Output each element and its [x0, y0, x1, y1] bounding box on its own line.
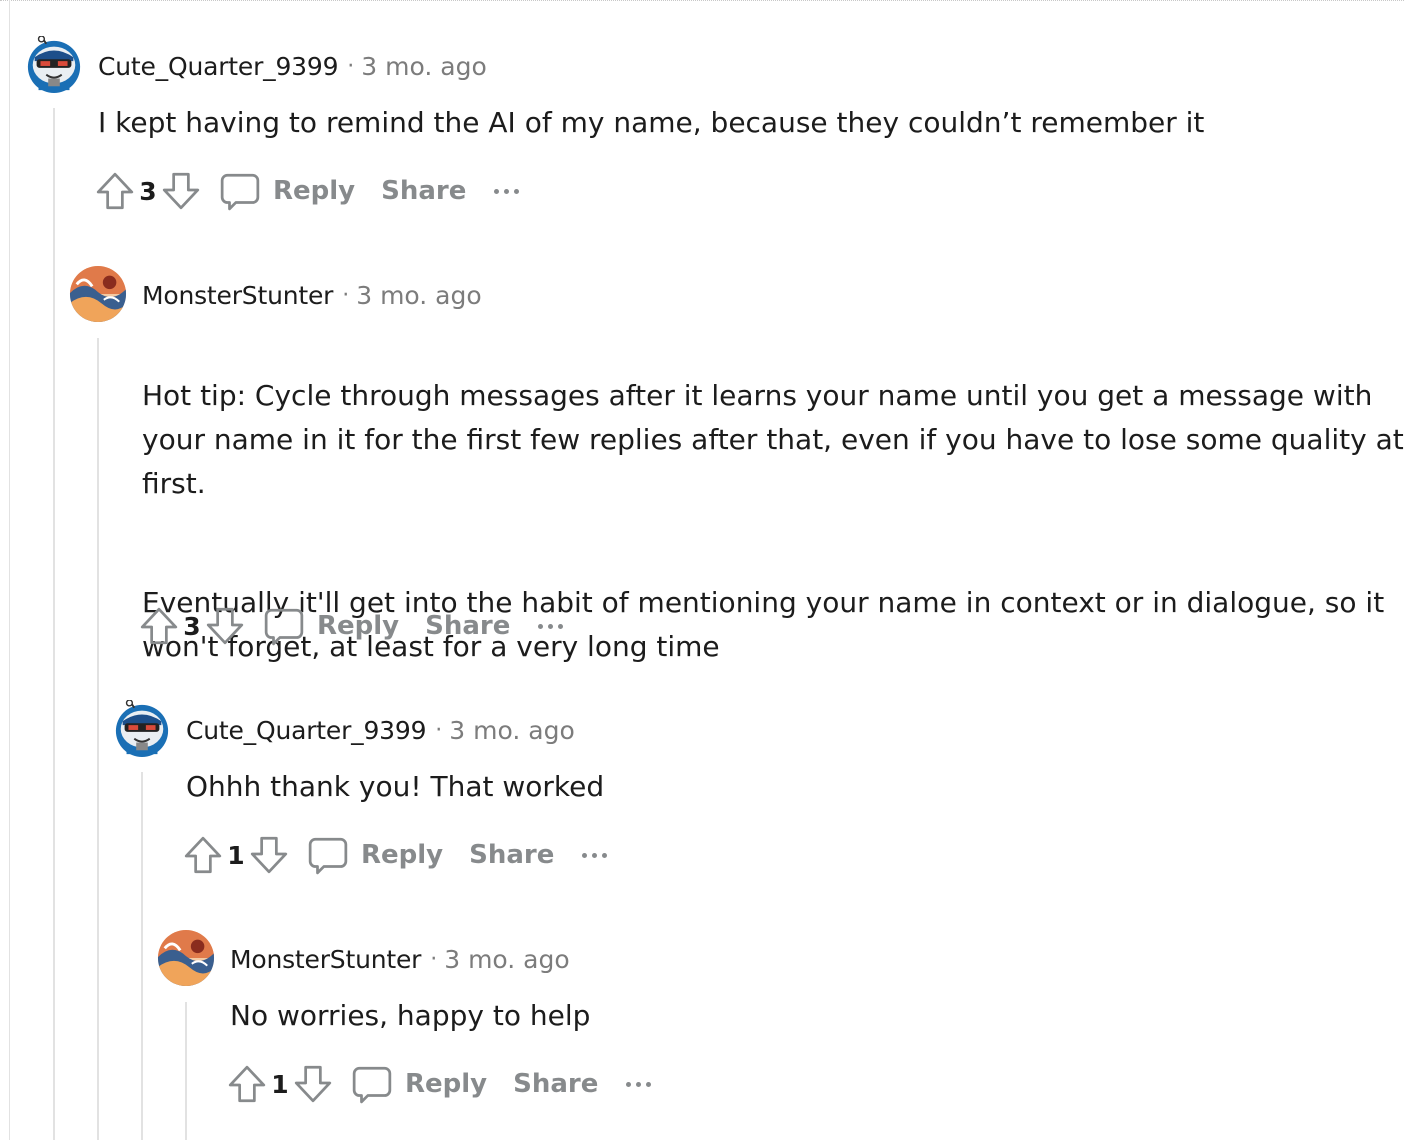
downvote-arrow-icon[interactable] [204, 605, 246, 647]
username[interactable]: Cute_Quarter_9399 [186, 716, 426, 745]
timestamp[interactable]: 3 mo. ago [444, 945, 569, 974]
comment-body: No worries, happy to help [230, 994, 590, 1038]
comment-paragraph: No worries, happy to help [230, 999, 591, 1032]
wave-art-avatar-icon[interactable] [157, 929, 215, 987]
username[interactable]: Cute_Quarter_9399 [98, 52, 338, 81]
thread-line-1[interactable] [53, 108, 55, 1140]
timestamp[interactable]: 3 mo. ago [356, 281, 481, 310]
separator: · [347, 53, 355, 79]
comment-paragraph: I kept having to remind the AI of my nam… [98, 106, 1205, 139]
vote-score: 1 [227, 840, 245, 870]
upvote-arrow-icon[interactable] [182, 834, 224, 876]
share-button[interactable]: Share [425, 611, 510, 641]
reply-button[interactable]: Reply [273, 176, 355, 206]
comment-meta: MonsterStunter · 3 mo. ago [230, 939, 570, 979]
username[interactable]: MonsterStunter [142, 281, 333, 310]
comment-bubble-icon[interactable] [351, 1063, 393, 1105]
reply-button[interactable]: Reply [317, 611, 399, 641]
share-button[interactable]: Share [469, 840, 554, 870]
more-options-icon[interactable] [626, 1074, 652, 1094]
comment-meta: MonsterStunter · 3 mo. ago [142, 275, 482, 315]
vote-score: 1 [271, 1069, 289, 1099]
downvote-arrow-icon[interactable] [160, 170, 202, 212]
comment-bubble-icon[interactable] [219, 170, 261, 212]
wave-art-avatar-icon[interactable] [69, 265, 127, 323]
comment-body: I kept having to remind the AI of my nam… [98, 101, 1204, 145]
vote-score: 3 [139, 176, 157, 206]
comment-body: Hot tip: Cycle through messages after it… [142, 330, 1404, 713]
comment-body: Ohhh thank you! That worked [186, 765, 604, 809]
thread-line-3[interactable] [141, 772, 143, 1140]
timestamp[interactable]: 3 mo. ago [361, 52, 486, 81]
timestamp[interactable]: 3 mo. ago [449, 716, 574, 745]
separator: · [435, 717, 443, 743]
comment-actions: 3 Reply Share [94, 169, 520, 213]
comment-actions: 3 Reply Share [138, 604, 564, 648]
more-options-icon[interactable] [538, 616, 564, 636]
downvote-arrow-icon[interactable] [292, 1063, 334, 1105]
username[interactable]: MonsterStunter [230, 945, 421, 974]
thread-line-2[interactable] [97, 338, 99, 1140]
more-options-icon[interactable] [582, 845, 608, 865]
snoo-avatar-icon[interactable] [25, 36, 83, 94]
more-options-icon[interactable] [494, 181, 520, 201]
reply-button[interactable]: Reply [405, 1069, 487, 1099]
top-divider [0, 0, 1404, 1]
snoo-avatar-icon[interactable] [113, 700, 171, 758]
comment-actions: 1 Reply Share [182, 833, 608, 877]
separator: · [342, 282, 350, 308]
comment-bubble-icon[interactable] [307, 834, 349, 876]
container-border [9, 0, 10, 1140]
downvote-arrow-icon[interactable] [248, 834, 290, 876]
separator: · [430, 946, 438, 972]
thread-line-4[interactable] [185, 1002, 187, 1140]
upvote-arrow-icon[interactable] [138, 605, 180, 647]
comment-actions: 1 Reply Share [226, 1062, 652, 1106]
comment-paragraph: Hot tip: Cycle through messages after it… [142, 379, 1404, 500]
share-button[interactable]: Share [381, 176, 466, 206]
upvote-arrow-icon[interactable] [226, 1063, 268, 1105]
comment-bubble-icon[interactable] [263, 605, 305, 647]
upvote-arrow-icon[interactable] [94, 170, 136, 212]
reply-button[interactable]: Reply [361, 840, 443, 870]
share-button[interactable]: Share [513, 1069, 598, 1099]
vote-score: 3 [183, 611, 201, 641]
comment-meta: Cute_Quarter_9399 · 3 mo. ago [98, 46, 487, 86]
comment-meta: Cute_Quarter_9399 · 3 mo. ago [186, 710, 575, 750]
comment-paragraph: Ohhh thank you! That worked [186, 770, 605, 803]
